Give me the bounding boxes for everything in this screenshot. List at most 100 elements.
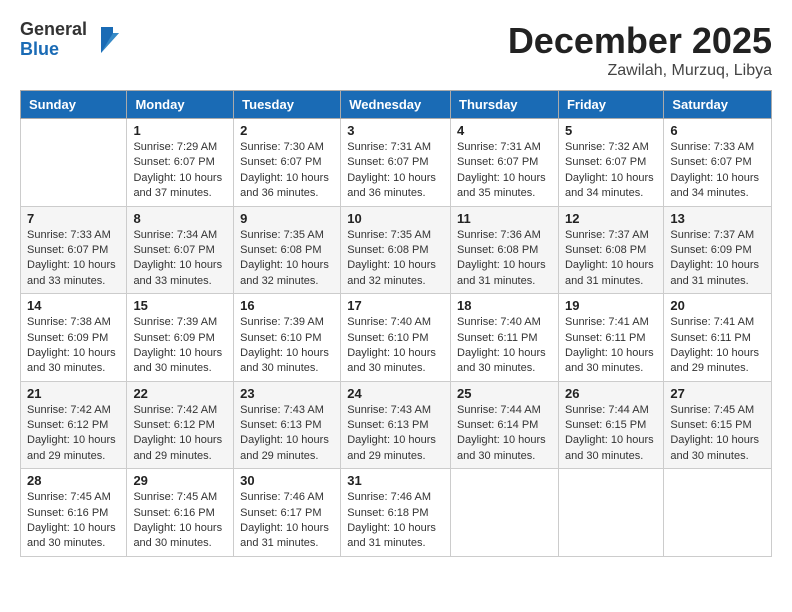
day-number: 17: [347, 298, 444, 313]
cell-content: Sunrise: 7:46 AMSunset: 6:18 PMDaylight:…: [347, 490, 444, 552]
cell-content: Sunrise: 7:39 AMSunset: 6:10 PMDaylight:…: [240, 315, 334, 377]
header-saturday: Saturday: [664, 91, 772, 119]
cell-content: Sunrise: 7:36 AMSunset: 6:08 PMDaylight:…: [457, 228, 552, 290]
calendar-cell: 9 Sunrise: 7:35 AMSunset: 6:08 PMDaylight…: [234, 206, 341, 294]
cell-content: Sunrise: 7:44 AMSunset: 6:15 PMDaylight:…: [565, 403, 657, 465]
calendar-cell: 16 Sunrise: 7:39 AMSunset: 6:10 PMDayligh…: [234, 294, 341, 382]
cell-content: Sunrise: 7:42 AMSunset: 6:12 PMDaylight:…: [27, 403, 120, 465]
day-number: 25: [457, 386, 552, 401]
cell-content: Sunrise: 7:32 AMSunset: 6:07 PMDaylight:…: [565, 140, 657, 202]
page-header: General Blue December 2025 Zawilah, Murz…: [20, 20, 772, 80]
week-row-2: 7 Sunrise: 7:33 AMSunset: 6:07 PMDaylight…: [21, 206, 772, 294]
week-row-4: 21 Sunrise: 7:42 AMSunset: 6:12 PMDayligh…: [21, 381, 772, 469]
day-number: 13: [670, 211, 765, 226]
day-number: 10: [347, 211, 444, 226]
day-number: 8: [133, 211, 227, 226]
cell-content: Sunrise: 7:33 AMSunset: 6:07 PMDaylight:…: [670, 140, 765, 202]
header-sunday: Sunday: [21, 91, 127, 119]
calendar-cell: 12 Sunrise: 7:37 AMSunset: 6:08 PMDayligh…: [558, 206, 663, 294]
header-tuesday: Tuesday: [234, 91, 341, 119]
day-number: 5: [565, 123, 657, 138]
calendar-cell: 11 Sunrise: 7:36 AMSunset: 6:08 PMDayligh…: [451, 206, 559, 294]
day-number: 30: [240, 473, 334, 488]
day-number: 21: [27, 386, 120, 401]
cell-content: Sunrise: 7:44 AMSunset: 6:14 PMDaylight:…: [457, 403, 552, 465]
calendar-cell: 24 Sunrise: 7:43 AMSunset: 6:13 PMDayligh…: [341, 381, 451, 469]
calendar-cell: 10 Sunrise: 7:35 AMSunset: 6:08 PMDayligh…: [341, 206, 451, 294]
logo-blue: Blue: [20, 40, 87, 60]
calendar-cell: 20 Sunrise: 7:41 AMSunset: 6:11 PMDayligh…: [664, 294, 772, 382]
calendar-cell: [451, 469, 559, 557]
day-number: 7: [27, 211, 120, 226]
day-number: 16: [240, 298, 334, 313]
cell-content: Sunrise: 7:41 AMSunset: 6:11 PMDaylight:…: [670, 315, 765, 377]
cell-content: Sunrise: 7:39 AMSunset: 6:09 PMDaylight:…: [133, 315, 227, 377]
day-number: 27: [670, 386, 765, 401]
day-number: 29: [133, 473, 227, 488]
day-number: 22: [133, 386, 227, 401]
logo-icon: [91, 25, 121, 55]
week-row-5: 28 Sunrise: 7:45 AMSunset: 6:16 PMDayligh…: [21, 469, 772, 557]
cell-content: Sunrise: 7:45 AMSunset: 6:15 PMDaylight:…: [670, 403, 765, 465]
header-thursday: Thursday: [451, 91, 559, 119]
logo: General Blue: [20, 20, 121, 60]
calendar-cell: 26 Sunrise: 7:44 AMSunset: 6:15 PMDayligh…: [558, 381, 663, 469]
calendar-cell: 1 Sunrise: 7:29 AMSunset: 6:07 PMDaylight…: [127, 119, 234, 207]
cell-content: Sunrise: 7:46 AMSunset: 6:17 PMDaylight:…: [240, 490, 334, 552]
calendar-cell: 2 Sunrise: 7:30 AMSunset: 6:07 PMDaylight…: [234, 119, 341, 207]
calendar-cell: 4Sunrise: 7:31 AMSunset: 6:07 PMDaylight…: [451, 119, 559, 207]
cell-content: Sunrise: 7:40 AMSunset: 6:10 PMDaylight:…: [347, 315, 444, 377]
cell-content: Sunrise: 7:38 AMSunset: 6:09 PMDaylight:…: [27, 315, 120, 377]
day-number: 12: [565, 211, 657, 226]
day-number: 24: [347, 386, 444, 401]
calendar-cell: 19Sunrise: 7:41 AMSunset: 6:11 PMDayligh…: [558, 294, 663, 382]
header-friday: Friday: [558, 91, 663, 119]
calendar-cell: 18 Sunrise: 7:40 AMSunset: 6:11 PMDayligh…: [451, 294, 559, 382]
cell-content: Sunrise: 7:35 AMSunset: 6:08 PMDaylight:…: [347, 228, 444, 290]
day-number: 2: [240, 123, 334, 138]
day-number: 18: [457, 298, 552, 313]
calendar-cell: [664, 469, 772, 557]
calendar-cell: 22 Sunrise: 7:42 AMSunset: 6:12 PMDayligh…: [127, 381, 234, 469]
day-number: 26: [565, 386, 657, 401]
month-title: December 2025: [508, 20, 772, 62]
cell-content: Sunrise: 7:35 AMSunset: 6:08 PMDaylight:…: [240, 228, 334, 290]
day-number: 4: [457, 123, 552, 138]
day-number: 23: [240, 386, 334, 401]
cell-content: Sunrise: 7:34 AMSunset: 6:07 PMDaylight:…: [133, 228, 227, 290]
cell-content: Sunrise: 7:29 AMSunset: 6:07 PMDaylight:…: [133, 140, 227, 202]
day-number: 28: [27, 473, 120, 488]
day-number: 6: [670, 123, 765, 138]
calendar-cell: 30 Sunrise: 7:46 AMSunset: 6:17 PMDayligh…: [234, 469, 341, 557]
calendar-cell: 3 Sunrise: 7:31 AMSunset: 6:07 PMDaylight…: [341, 119, 451, 207]
cell-content: Sunrise: 7:30 AMSunset: 6:07 PMDaylight:…: [240, 140, 334, 202]
calendar-cell: 15Sunrise: 7:39 AMSunset: 6:09 PMDayligh…: [127, 294, 234, 382]
day-number: 1: [133, 123, 227, 138]
calendar-cell: [21, 119, 127, 207]
cell-content: Sunrise: 7:37 AMSunset: 6:08 PMDaylight:…: [565, 228, 657, 290]
cell-content: Sunrise: 7:43 AMSunset: 6:13 PMDaylight:…: [240, 403, 334, 465]
day-number: 3: [347, 123, 444, 138]
cell-content: Sunrise: 7:37 AMSunset: 6:09 PMDaylight:…: [670, 228, 765, 290]
cell-content: Sunrise: 7:40 AMSunset: 6:11 PMDaylight:…: [457, 315, 552, 377]
day-number: 9: [240, 211, 334, 226]
calendar-cell: 6 Sunrise: 7:33 AMSunset: 6:07 PMDaylight…: [664, 119, 772, 207]
cell-content: Sunrise: 7:42 AMSunset: 6:12 PMDaylight:…: [133, 403, 227, 465]
cell-content: Sunrise: 7:41 AMSunset: 6:11 PMDaylight:…: [565, 315, 657, 377]
day-number: 14: [27, 298, 120, 313]
calendar-cell: 23 Sunrise: 7:43 AMSunset: 6:13 PMDayligh…: [234, 381, 341, 469]
calendar-table: SundayMondayTuesdayWednesdayThursdayFrid…: [20, 90, 772, 557]
title-block: December 2025 Zawilah, Murzuq, Libya: [508, 20, 772, 80]
cell-content: Sunrise: 7:33 AMSunset: 6:07 PMDaylight:…: [27, 228, 120, 290]
cell-content: Sunrise: 7:31 AMSunset: 6:07 PMDaylight:…: [347, 140, 444, 202]
cell-content: Sunrise: 7:43 AMSunset: 6:13 PMDaylight:…: [347, 403, 444, 465]
day-number: 20: [670, 298, 765, 313]
calendar-header-row: SundayMondayTuesdayWednesdayThursdayFrid…: [21, 91, 772, 119]
day-number: 11: [457, 211, 552, 226]
week-row-1: 1 Sunrise: 7:29 AMSunset: 6:07 PMDaylight…: [21, 119, 772, 207]
calendar-cell: 7 Sunrise: 7:33 AMSunset: 6:07 PMDaylight…: [21, 206, 127, 294]
calendar-cell: 28 Sunrise: 7:45 AMSunset: 6:16 PMDayligh…: [21, 469, 127, 557]
calendar-cell: 5 Sunrise: 7:32 AMSunset: 6:07 PMDaylight…: [558, 119, 663, 207]
cell-content: Sunrise: 7:45 AMSunset: 6:16 PMDaylight:…: [27, 490, 120, 552]
header-wednesday: Wednesday: [341, 91, 451, 119]
